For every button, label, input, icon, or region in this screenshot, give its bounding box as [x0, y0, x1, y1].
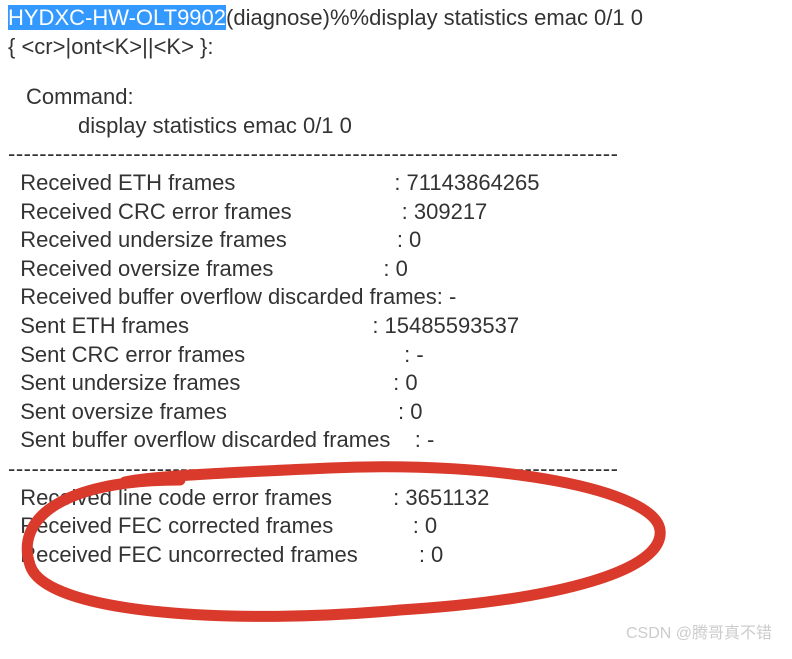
stat-value: : 3651132 — [393, 484, 489, 513]
stat-row: Received oversize frames : 0 — [8, 255, 784, 284]
stat-value: : 0 — [383, 255, 407, 284]
stat-label: Received FEC corrected frames — [8, 512, 413, 541]
terminal-prompt-line-1: HYDXC-HW-OLT9902(diagnose)%%display stat… — [8, 4, 784, 33]
watermark: CSDN @腾哥真不错 — [626, 619, 772, 643]
separator-line-2: ----------------------------------------… — [8, 455, 784, 484]
stat-label: Received CRC error frames — [8, 198, 402, 227]
stat-label: Received ETH frames — [8, 169, 394, 198]
stat-value: : 0 — [398, 398, 422, 427]
stat-label: Received line code error frames — [8, 484, 393, 513]
command-label: Command: — [8, 83, 784, 112]
stat-value: : 15485593537 — [372, 312, 519, 341]
stat-row: Received CRC error frames : 309217 — [8, 198, 784, 227]
stat-row: Sent oversize frames : 0 — [8, 398, 784, 427]
stat-value: : 309217 — [402, 198, 488, 227]
stat-label: Received oversize frames — [8, 255, 383, 284]
prompt-context: (diagnose)%%display statistics emac 0/1 … — [226, 5, 643, 30]
stat-row: Received buffer overflow discarded frame… — [8, 283, 784, 312]
stat-row: Sent CRC error frames : - — [8, 341, 784, 370]
stat-label: Sent oversize frames — [8, 398, 398, 427]
stat-label: Received undersize frames — [8, 226, 397, 255]
stat-value: : 71143864265 — [394, 169, 539, 198]
stat-label: Sent CRC error frames — [8, 341, 404, 370]
separator-line-1: ----------------------------------------… — [8, 140, 784, 169]
stat-value: : - — [437, 283, 457, 312]
stat-value: : 0 — [413, 512, 437, 541]
terminal-prompt-line-2: { <cr>|ont<K>||<K> }: — [8, 33, 784, 62]
stat-value: : 0 — [397, 226, 421, 255]
stat-row: Received line code error frames : 365113… — [8, 484, 784, 513]
stat-value: : - — [404, 341, 424, 370]
stat-row: Received FEC corrected frames : 0 — [8, 512, 784, 541]
stat-label: Received buffer overflow discarded frame… — [8, 283, 437, 312]
stat-label: Received FEC uncorrected frames — [8, 541, 419, 570]
stats-block-1: Received ETH frames : 71143864265 Receiv… — [8, 169, 784, 455]
stat-row: Received FEC uncorrected frames : 0 — [8, 541, 784, 570]
stat-row: Sent undersize frames : 0 — [8, 369, 784, 398]
stat-row: Sent buffer overflow discarded frames : … — [8, 426, 784, 455]
stat-value: : - — [415, 426, 435, 455]
command-text: display statistics emac 0/1 0 — [8, 112, 784, 141]
stat-label: Sent ETH frames — [8, 312, 372, 341]
stat-value: : 0 — [419, 541, 443, 570]
stat-label: Sent buffer overflow discarded frames — [8, 426, 415, 455]
stat-label: Sent undersize frames — [8, 369, 393, 398]
stat-value: : 0 — [393, 369, 417, 398]
stat-row: Received ETH frames : 71143864265 — [8, 169, 784, 198]
blank-line — [8, 61, 784, 83]
stat-row: Sent ETH frames : 15485593537 — [8, 312, 784, 341]
stats-block-2: Received line code error frames : 365113… — [8, 484, 784, 570]
hostname-highlight: HYDXC-HW-OLT9902 — [8, 5, 226, 30]
stat-row: Received undersize frames : 0 — [8, 226, 784, 255]
